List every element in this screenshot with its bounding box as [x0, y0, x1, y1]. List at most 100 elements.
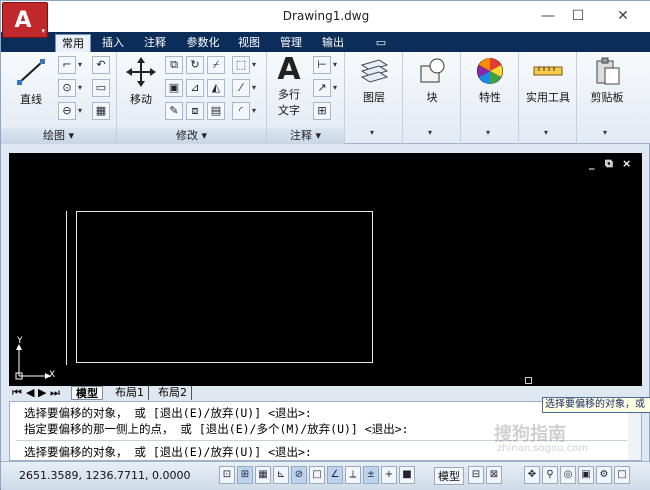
close-button[interactable]: ✕	[603, 4, 643, 28]
trim-icon[interactable]: ⌿	[207, 56, 225, 74]
tab-layout1[interactable]: 布局1	[111, 386, 149, 400]
ellipse-icon[interactable]: ⊖	[58, 102, 76, 120]
tab-manage[interactable]: 管理	[275, 34, 307, 52]
ribbon-minimize-icon[interactable]: ▭	[371, 34, 391, 52]
offset-icon[interactable]: ▤	[207, 102, 225, 120]
leader-icon[interactable]: ↗	[313, 79, 331, 97]
grid-display-icon[interactable]: ▦	[255, 466, 271, 484]
modify-panel-title[interactable]: 修改 ▾	[117, 128, 266, 144]
chevron-down-icon[interactable]: ▾	[370, 128, 374, 137]
tab-layout2[interactable]: 布局2	[154, 386, 192, 400]
autocad-logo-icon: A	[14, 8, 32, 33]
snap-tracking-icon[interactable]: ∠	[327, 466, 343, 484]
annotation-panel-title[interactable]: 注释 ▾	[267, 128, 344, 144]
explode-icon[interactable]: ⁄	[232, 79, 250, 97]
rectangle-icon[interactable]: ▭	[92, 79, 110, 97]
object-snap-icon[interactable]: □	[309, 466, 325, 484]
dimension-icon[interactable]: ⊢	[313, 56, 331, 74]
viewport-close-icon[interactable]: ×	[622, 157, 631, 170]
chevron-down-icon[interactable]: ▾	[252, 60, 256, 69]
layers-tool[interactable]: 图层	[354, 56, 394, 105]
quick-properties-icon[interactable]: ■	[399, 466, 415, 484]
pan-icon[interactable]: ✥	[524, 466, 540, 484]
fillet-icon[interactable]: ◭	[207, 79, 225, 97]
chevron-down-icon[interactable]: ▾	[78, 83, 82, 92]
quick-view-drawings-icon[interactable]: ⊠	[486, 466, 502, 484]
tab-output[interactable]: 输出	[317, 34, 349, 52]
draw-panel-title[interactable]: 绘图 ▾	[1, 128, 116, 144]
scale-icon[interactable]: ✎	[165, 102, 183, 120]
block-tool[interactable]: 块	[412, 56, 452, 105]
maximize-button[interactable]: ☐	[558, 4, 598, 28]
dynamic-input-icon[interactable]: ±	[363, 466, 379, 484]
lineweight-icon[interactable]: +	[381, 466, 397, 484]
circle-icon[interactable]: ⊙	[58, 79, 76, 97]
quick-view-layouts-icon[interactable]: ⊟	[468, 466, 484, 484]
erase-icon[interactable]: ⬚	[232, 56, 250, 74]
chevron-down-icon[interactable]: ▾	[486, 128, 490, 137]
snap-mode-icon[interactable]: ⊞	[237, 466, 253, 484]
application-menu-button[interactable]: A ▾	[2, 2, 48, 38]
hatch-icon[interactable]: ▦	[92, 102, 110, 120]
zoom-icon[interactable]: ⚲	[542, 466, 558, 484]
command-input-line[interactable]: 选择要偏移的对象， 或 [退出(E)/放弃(U)] <退出>:	[24, 444, 312, 460]
model-space-button[interactable]: 模型	[434, 467, 464, 485]
viewport-restore-icon[interactable]: ⧉	[605, 157, 613, 171]
mirror-icon[interactable]: ⊿	[186, 79, 204, 97]
properties-label: 特性	[479, 91, 501, 104]
chamfer-icon[interactable]: ◜	[232, 102, 250, 120]
clipboard-tool[interactable]: 剪贴板	[583, 56, 631, 105]
chevron-down-icon[interactable]: ▾	[333, 60, 337, 69]
last-layout-button[interactable]: ⏭	[50, 386, 60, 400]
showmotion-icon[interactable]: ▣	[578, 466, 594, 484]
tab-parametric[interactable]: 参数化	[181, 34, 225, 52]
tab-annotate[interactable]: 注释	[139, 34, 171, 52]
chevron-down-icon: ▾	[41, 27, 45, 35]
polyline-icon[interactable]: ⌐	[58, 56, 76, 74]
mtext-label-line2: 文字	[278, 104, 300, 117]
chevron-down-icon[interactable]: ▾	[544, 128, 548, 137]
chevron-down-icon[interactable]: ▾	[252, 83, 256, 92]
chevron-down-icon[interactable]: ▾	[78, 106, 82, 115]
offset-line[interactable]	[66, 211, 67, 365]
drawing-canvas[interactable]: _ ⧉ × Y X	[9, 153, 642, 386]
tab-model[interactable]: 模型	[71, 386, 103, 400]
chevron-down-icon[interactable]: ▾	[603, 128, 607, 137]
dynamic-ucs-icon[interactable]: ⟂	[345, 466, 361, 484]
drawn-rectangle[interactable]	[76, 211, 373, 363]
workspace-switch-icon[interactable]: ⚙	[596, 466, 612, 484]
viewport-minimize-icon[interactable]: _	[589, 157, 595, 170]
utilities-panel: 实用工具 ▾	[519, 52, 577, 144]
line-tool[interactable]: 直线	[11, 56, 51, 107]
clean-screen-icon[interactable]: □	[614, 466, 630, 484]
copy-icon[interactable]: ⧉	[165, 56, 183, 74]
steeringwheel-icon[interactable]: ◎	[560, 466, 576, 484]
utilities-label: 实用工具	[526, 91, 570, 104]
chevron-down-icon[interactable]: ▾	[333, 83, 337, 92]
tab-home[interactable]: 常用	[55, 34, 91, 52]
mtext-tool[interactable]: A 多行 文字	[271, 54, 307, 118]
infer-constraints-icon[interactable]: ⊡	[219, 466, 235, 484]
prev-layout-button[interactable]: ◀	[26, 386, 34, 400]
clipboard-panel: 剪贴板 ▾	[577, 52, 637, 144]
properties-tool[interactable]: 特性	[470, 56, 510, 105]
polar-tracking-icon[interactable]: ⊘	[291, 466, 307, 484]
tab-insert[interactable]: 插入	[97, 34, 129, 52]
stretch-icon[interactable]: ▣	[165, 79, 183, 97]
next-layout-button[interactable]: ▶	[38, 386, 46, 400]
chevron-down-icon[interactable]: ▾	[252, 106, 256, 115]
rotate-icon[interactable]: ↻	[186, 56, 204, 74]
table-icon[interactable]: ⊞	[313, 102, 331, 120]
utilities-tool[interactable]: 实用工具	[521, 56, 575, 105]
array-icon[interactable]: ⧈	[186, 102, 204, 120]
move-label: 移动	[130, 93, 152, 106]
chevron-down-icon[interactable]: ▾	[78, 60, 82, 69]
arc-icon[interactable]: ↶	[92, 56, 110, 74]
tab-view[interactable]: 视图	[233, 34, 265, 52]
move-tool[interactable]: 移动	[121, 56, 161, 107]
first-layout-button[interactable]: ⏮	[12, 386, 22, 400]
ortho-mode-icon[interactable]: ⊾	[273, 466, 289, 484]
line-icon	[17, 59, 45, 85]
ucs-y-label: Y	[17, 336, 23, 346]
chevron-down-icon[interactable]: ▾	[428, 128, 432, 137]
